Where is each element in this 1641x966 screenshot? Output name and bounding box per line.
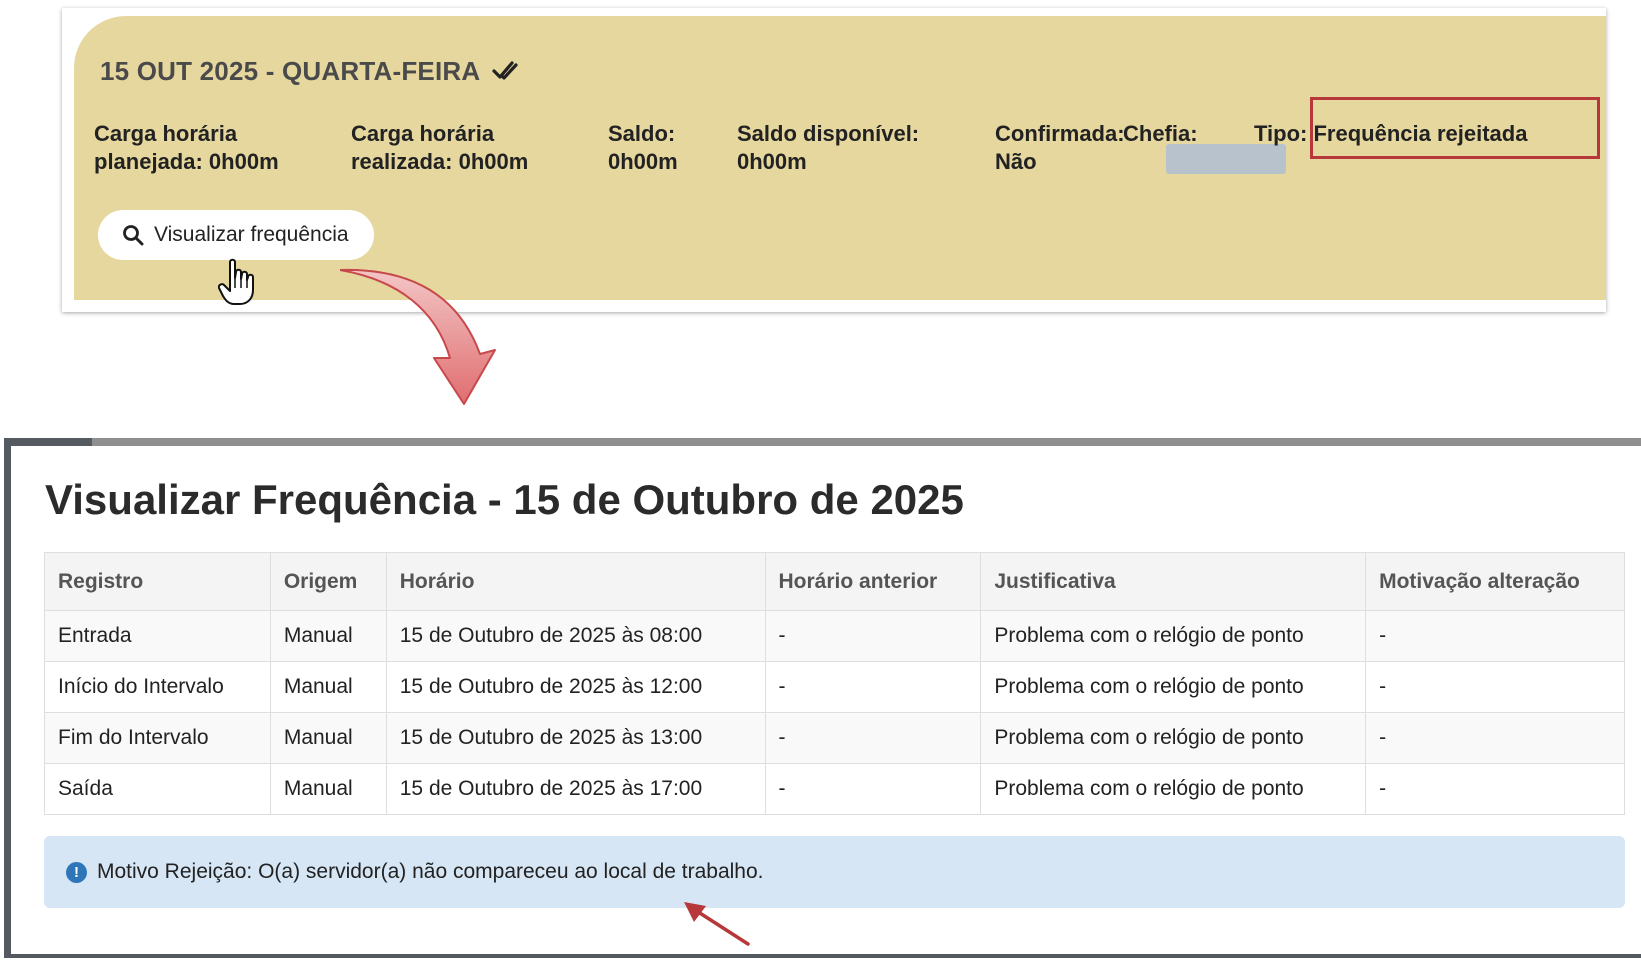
table-cell: Problema com o relógio de ponto [980,610,1367,662]
column-header: Registro [44,552,271,611]
dialog-title: Visualizar Frequência - 15 de Outubro de… [45,476,964,523]
table-cell: 15 de Outubro de 2025 às 12:00 [385,661,766,713]
table-row: Fim do Intervalo Manual 15 de Outubro de… [44,712,1625,764]
saldo: Saldo: 0h00m [608,120,678,176]
table-header-row: Registro Origem Horário Horário anterior… [44,552,1625,611]
table-cell: - [1365,610,1625,662]
saldo-label: Saldo: [608,121,676,146]
chefia-value-redacted [1166,144,1286,174]
realized-hours-value: realizada: 0h00m [351,149,529,174]
column-header: Justificativa [980,552,1367,611]
info-icon: ! [66,861,87,883]
saldo-disponivel-label: Saldo disponível: [737,121,920,146]
realized-hours: Carga horária realizada: 0h00m [351,120,528,176]
table-cell: - [764,763,982,815]
realized-hours-label: Carga horária [351,121,495,146]
table-cell: Entrada [44,610,271,662]
table-cell: Fim do Intervalo [44,712,271,764]
saldo-value: 0h00m [608,149,678,174]
double-check-icon [492,60,518,80]
table-cell: Início do Intervalo [44,661,271,713]
table-cell: Manual [269,712,387,764]
table-cell: - [1365,763,1625,815]
table-cell: - [1365,661,1625,713]
tipo-highlight-box [1310,97,1600,159]
column-header: Horário [385,552,766,611]
saldo-disponivel: Saldo disponível: 0h00m [737,120,919,176]
hand-pointer-icon [218,258,254,305]
confirmada-label: Confirmada: [995,121,1125,146]
day-card-title: 15 OUT 2025 - QUARTA-FEIRA [100,56,518,87]
table-cell: Problema com o relógio de ponto [980,661,1367,713]
column-header: Origem [269,552,387,611]
table-cell: 15 de Outubro de 2025 às 17:00 [385,763,766,815]
day-card: 15 OUT 2025 - QUARTA-FEIRA Carga horária… [74,16,1606,300]
rejection-alert: ! Motivo Rejeição: O(a) servidor(a) não … [44,836,1625,908]
table-row: Saída Manual 15 de Outubro de 2025 às 17… [44,763,1625,815]
search-icon [123,225,144,246]
table-row: Entrada Manual 15 de Outubro de 2025 às … [44,610,1625,662]
column-header: Horário anterior [764,552,982,611]
pointer-arrow-icon [684,902,750,946]
table-cell: - [764,610,982,662]
rejection-reason-text: Motivo Rejeição: O(a) servidor(a) não co… [97,860,764,883]
table-row: Início do Intervalo Manual 15 de Outubro… [44,661,1625,713]
date-title: 15 OUT 2025 - QUARTA-FEIRA [100,56,481,86]
frequency-table: Registro Origem Horário Horário anterior… [44,552,1625,815]
table-cell: 15 de Outubro de 2025 às 08:00 [385,610,766,662]
view-frequency-button[interactable]: Visualizar frequência [98,210,374,260]
curved-arrow-icon [340,268,496,405]
confirmada-value: Não [995,149,1037,174]
table-cell: Problema com o relógio de ponto [980,763,1367,815]
table-cell: Manual [269,610,387,662]
table-cell: - [1365,712,1625,764]
table-cell: Problema com o relógio de ponto [980,712,1367,764]
table-cell: - [764,712,982,764]
planned-hours-value: planejada: 0h00m [94,149,279,174]
column-header: Motivação alteração [1365,552,1625,611]
saldo-disponivel-value: 0h00m [737,149,807,174]
frequency-dialog: Visualizar Frequência - 15 de Outubro de… [11,446,1641,954]
table-cell: - [764,661,982,713]
view-frequency-label: Visualizar frequência [154,223,349,246]
planned-hours: Carga horária planejada: 0h00m [94,120,279,176]
table-cell: Saída [44,763,271,815]
confirmada: Confirmada: Não [995,120,1125,176]
planned-hours-label: Carga horária [94,121,238,146]
table-cell: Manual [269,763,387,815]
table-cell: Manual [269,661,387,713]
table-cell: 15 de Outubro de 2025 às 13:00 [385,712,766,764]
